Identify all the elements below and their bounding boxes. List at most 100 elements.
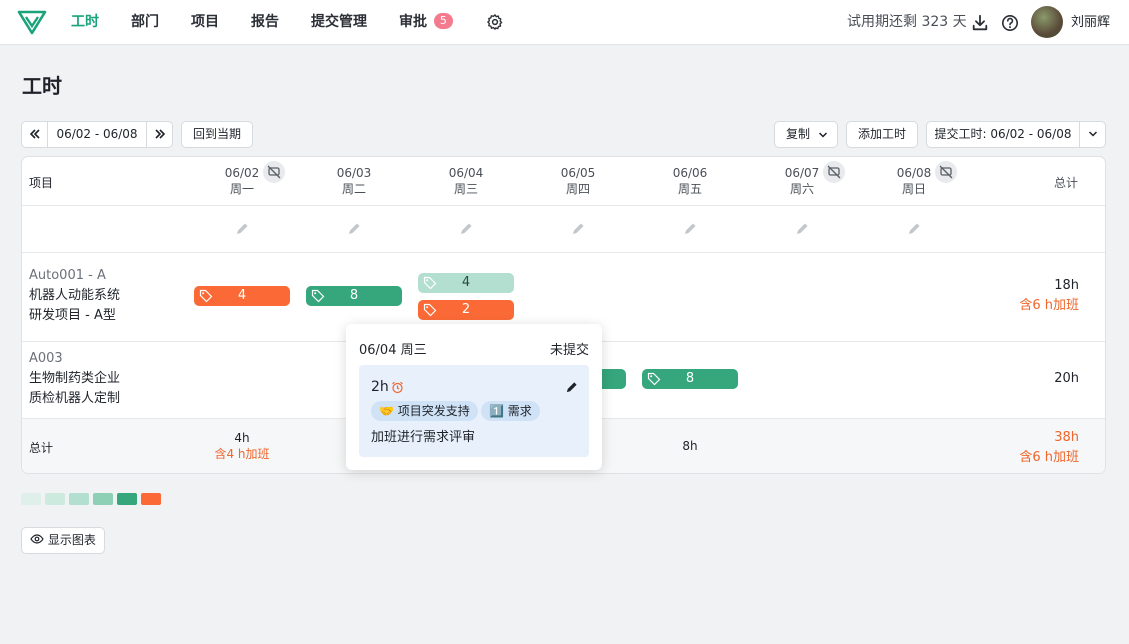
next-period-button[interactable] bbox=[146, 122, 172, 147]
entry-hours: 2h bbox=[371, 379, 389, 395]
project-info[interactable]: A003 生物制药类企业 质检机器人定制 bbox=[29, 349, 120, 409]
pencil-icon[interactable] bbox=[347, 222, 361, 236]
hours-entry[interactable]: 4 bbox=[194, 286, 290, 306]
day-header-0603[interactable]: 06/03 周二 bbox=[306, 165, 402, 197]
category-tag: 🤝 项目突发支持 bbox=[371, 401, 478, 421]
submit-hours-button[interactable]: 提交工时: 06/02 - 06/08 bbox=[927, 122, 1079, 147]
chevron-down-icon bbox=[1088, 131, 1097, 137]
day-total-hours: 4h bbox=[234, 431, 250, 445]
double-chevron-right-icon bbox=[154, 129, 165, 139]
day-overtime: 含4 h加班 bbox=[214, 447, 270, 461]
row-total: 18h 含6 h加班 bbox=[1019, 276, 1079, 316]
nav-projects[interactable]: 项目 bbox=[191, 0, 219, 45]
pencil-icon[interactable] bbox=[235, 222, 249, 236]
pencil-icon[interactable] bbox=[795, 222, 809, 236]
grand-total-hours: 38h bbox=[1054, 430, 1079, 445]
pencil-icon[interactable] bbox=[683, 222, 697, 236]
project-client: 生物制药类企业 bbox=[29, 371, 121, 386]
previous-period-button[interactable] bbox=[22, 122, 48, 147]
pencil-icon[interactable] bbox=[907, 222, 921, 236]
day-total: 4h 含4 h加班 bbox=[194, 430, 290, 462]
hours-entry[interactable]: 2 bbox=[418, 300, 514, 320]
double-chevron-left-icon bbox=[29, 129, 40, 139]
current-period-button[interactable]: 回到当期 bbox=[181, 121, 253, 148]
day-header-0605[interactable]: 06/05 周四 bbox=[530, 165, 626, 197]
day-weekday: 周一 bbox=[229, 182, 254, 196]
day-header-0606[interactable]: 06/06 周五 bbox=[642, 165, 738, 197]
help-icon[interactable] bbox=[1001, 14, 1019, 32]
download-icon[interactable] bbox=[971, 14, 989, 32]
day-weekday: 周三 bbox=[453, 182, 478, 196]
day-weekday: 周日 bbox=[901, 182, 926, 196]
row-overtime: 含6 h加班 bbox=[1019, 298, 1079, 313]
nav-worktime[interactable]: 工时 bbox=[71, 0, 99, 45]
grand-total-overtime: 含6 h加班 bbox=[1019, 450, 1079, 465]
pencil-icon[interactable] bbox=[571, 222, 585, 236]
day-weekday: 周四 bbox=[565, 182, 590, 196]
project-code: A003 bbox=[29, 351, 63, 366]
nav-reports[interactable]: 报告 bbox=[251, 0, 279, 45]
day-total-hours: 8h bbox=[682, 439, 698, 453]
hours-entry[interactable]: 8 bbox=[306, 286, 402, 306]
hours-entry[interactable]: 8 bbox=[642, 369, 738, 389]
legend-swatch bbox=[141, 493, 161, 505]
chevron-down-icon bbox=[818, 132, 828, 138]
nav-submission-management[interactable]: 提交管理 bbox=[311, 0, 367, 45]
legend-swatch bbox=[45, 493, 65, 505]
app-logo-icon[interactable] bbox=[17, 9, 47, 35]
total-column-header: 总计 bbox=[1053, 176, 1078, 190]
alarm-clock-icon bbox=[392, 381, 403, 394]
tag-icon bbox=[423, 276, 437, 290]
time-entry-card[interactable]: 2h 🤝 项目突发支持 1️⃣ 需求 加班进行需求评审 bbox=[359, 365, 589, 457]
hours-value: 2 bbox=[461, 302, 471, 317]
avatar[interactable] bbox=[1031, 6, 1063, 38]
hours-value: 4 bbox=[237, 288, 247, 303]
popover-date: 06/04 周三 bbox=[359, 343, 427, 358]
add-hours-button[interactable]: 添加工时 bbox=[846, 121, 918, 148]
project-column-header: 项目 bbox=[29, 176, 54, 190]
username[interactable]: 刘丽辉 bbox=[1071, 0, 1110, 45]
tag-icon bbox=[199, 289, 213, 303]
tag-icon bbox=[423, 303, 437, 317]
day-date: 06/04 bbox=[448, 166, 484, 180]
day-weekday: 周二 bbox=[341, 182, 366, 196]
pencil-icon[interactable] bbox=[459, 222, 473, 236]
show-chart-button[interactable]: 显示图表 bbox=[21, 527, 105, 554]
type-tag: 1️⃣ 需求 bbox=[481, 401, 540, 421]
day-weekday: 周五 bbox=[677, 182, 702, 196]
project-code: Auto001 - A bbox=[29, 268, 106, 283]
copy-button[interactable]: 复制 bbox=[774, 121, 838, 148]
nav-department[interactable]: 部门 bbox=[131, 0, 159, 45]
eye-off-icon[interactable] bbox=[823, 161, 845, 183]
eye-off-icon[interactable] bbox=[263, 161, 285, 183]
approval-count-badge: 5 bbox=[433, 13, 453, 29]
nav-approval-label: 审批 bbox=[399, 14, 427, 30]
show-chart-label: 显示图表 bbox=[47, 533, 96, 547]
project-info[interactable]: Auto001 - A 机器人动能系统 研发项目 - A型 bbox=[29, 266, 120, 326]
gear-icon[interactable] bbox=[486, 13, 504, 31]
eye-off-icon[interactable] bbox=[935, 161, 957, 183]
project-name: 研发项目 - A型 bbox=[29, 308, 116, 323]
entry-detail-popover: 06/04 周三 未提交 2h 🤝 项目突发支持 1️⃣ 需求 加班进行需求评审 bbox=[346, 324, 602, 470]
submit-hours-control: 提交工时: 06/02 - 06/08 bbox=[926, 121, 1106, 148]
popover-status: 未提交 bbox=[549, 343, 589, 358]
footer-label: 总计 bbox=[29, 441, 54, 455]
pencil-icon[interactable] bbox=[565, 381, 578, 394]
project-client: 机器人动能系统 bbox=[29, 288, 121, 303]
project-name: 质检机器人定制 bbox=[29, 391, 121, 406]
table-header-row: 项目 06/02 周一 06/03 周二 06/04 周三 06/05 周四 06/06… bbox=[22, 157, 1105, 206]
tag-icon bbox=[647, 372, 661, 386]
hours-entry[interactable]: 4 bbox=[418, 273, 514, 293]
legend-swatch bbox=[21, 493, 41, 505]
date-range-label[interactable]: 06/02 - 06/08 bbox=[48, 122, 146, 147]
day-date: 06/06 bbox=[672, 166, 708, 180]
date-range-navigator: 06/02 - 06/08 bbox=[21, 121, 173, 148]
day-header-0604[interactable]: 06/04 周三 bbox=[418, 165, 514, 197]
day-date: 06/05 bbox=[560, 166, 596, 180]
nav-approval[interactable]: 审批 5 bbox=[399, 0, 453, 45]
submit-dropdown-button[interactable] bbox=[1079, 122, 1105, 147]
eye-icon bbox=[30, 534, 44, 544]
top-navigation-bar: 工时 部门 项目 报告 提交管理 审批 5 试用期还剩 323 天 刘丽辉 bbox=[0, 0, 1129, 45]
row-total-hours: 18h bbox=[1054, 278, 1079, 293]
row-total-hours: 20h bbox=[1054, 371, 1079, 386]
